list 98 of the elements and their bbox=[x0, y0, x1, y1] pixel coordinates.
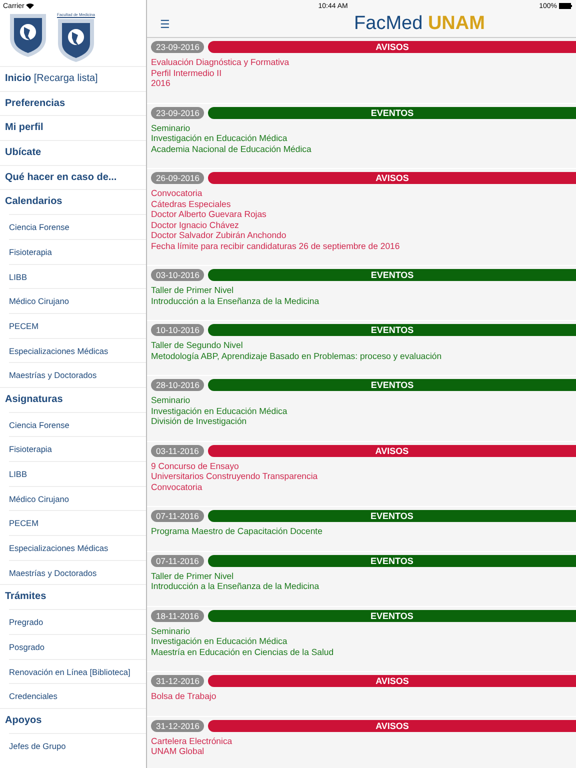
category-bar: AVISOS bbox=[208, 41, 576, 53]
news-text: Programa Maestro de Capacitación Docente bbox=[151, 526, 324, 536]
news-text: Doctor Salvador Zubirán Anchondo bbox=[151, 230, 288, 240]
news-card[interactable]: 18-11-2016 EVENTOS Seminario Investigación en Educación Médica Maestría en Educación en Ciencias de la Salud bbox=[147, 606, 576, 672]
news-text: Doctor Ignacio Chávez bbox=[151, 220, 240, 230]
news-text: Investigación en Educación Médica bbox=[151, 636, 288, 646]
menu-item[interactable]: PECEM bbox=[9, 312, 146, 338]
battery-icon bbox=[559, 3, 572, 9]
menu-item[interactable]: Inicio [Recarga lista] bbox=[0, 66, 146, 91]
menu-item[interactable]: Jefes de Grupo bbox=[9, 732, 146, 758]
category-bar: EVENTOS bbox=[208, 379, 576, 391]
menu-item[interactable]: Fisioterapia bbox=[9, 238, 146, 264]
category-bar: EVENTOS bbox=[208, 554, 576, 566]
category-bar: EVENTOS bbox=[208, 269, 576, 281]
news-text: Taller de Segundo Nivel bbox=[151, 340, 244, 350]
news-text: Cátedras Especiales bbox=[151, 198, 232, 209]
news-text: Academia Nacional de Educación Médica bbox=[151, 144, 312, 154]
news-text: 9 Concurso de Ensayo bbox=[151, 460, 240, 471]
news-text: UNAM Global bbox=[151, 746, 206, 756]
news-card[interactable]: 26-09-2016 AVISOS Convocatoria Cátedras Especiales Doctor Alberto Guevara Rojas Doctor Ignacio Chávez Doctor Salvador Zubirán Anchondo Fecha límite para recibir candidaturas 26 de septiembre de 2016 bbox=[147, 169, 576, 266]
menu-item[interactable]: Renovación en Línea [Biblioteca] bbox=[9, 658, 146, 684]
menu-item[interactable]: Trámites bbox=[0, 584, 146, 610]
news-text: Bolsa de Trabajo bbox=[151, 691, 218, 702]
menu-item[interactable]: Qué hacer en caso de... bbox=[0, 164, 146, 190]
news-text: Investigación en Educación Médica bbox=[151, 133, 288, 144]
date-badge: 07-11-2016 bbox=[151, 510, 204, 522]
menu-item[interactable]: Médico Cirujano bbox=[9, 486, 146, 510]
news-text: Perfil Intermedio II bbox=[151, 68, 222, 78]
news-text: Evaluación Diagnóstica y Formativa bbox=[151, 57, 290, 68]
news-text: Cartelera Electrónica bbox=[151, 736, 234, 746]
news-card[interactable]: 07-11-2016 EVENTOS Taller de Primer Nivel Introducción a la Enseñanza de la Medicina bbox=[147, 552, 576, 606]
menu-item[interactable]: Especializaciones Médicas bbox=[9, 535, 146, 560]
menu-item[interactable]: Ciencia Forense bbox=[9, 214, 146, 239]
news-text: Maestría en Educación en Ciencias de la Salud bbox=[151, 646, 335, 657]
menu-item[interactable]: Mi perfil bbox=[0, 115, 146, 140]
menu-item[interactable]: Ubícate bbox=[0, 140, 146, 165]
date-badge: 28-10-2016 bbox=[151, 379, 204, 391]
news-text: Convocatoria bbox=[151, 188, 204, 198]
date-badge: 07-11-2016 bbox=[151, 554, 204, 566]
news-text: Convocatoria bbox=[151, 482, 204, 492]
news-card[interactable]: 31-12-2016 AVISOS Bolsa de Trabajo bbox=[147, 672, 576, 716]
date-badge: 23-09-2016 bbox=[151, 106, 204, 118]
date-badge: 31-12-2016 bbox=[151, 720, 204, 732]
menu-item[interactable]: Apoyos bbox=[0, 708, 146, 733]
menu-item[interactable]: LIBB bbox=[9, 461, 146, 486]
menu-item[interactable]: Preferencias bbox=[0, 90, 146, 116]
menu-item[interactable]: PECEM bbox=[9, 510, 146, 536]
menu-item[interactable]: Maestrías y Doctorados bbox=[9, 560, 146, 584]
date-badge: 23-09-2016 bbox=[151, 41, 204, 53]
news-text: 2016 bbox=[151, 78, 172, 88]
news-text: Seminario bbox=[151, 395, 192, 406]
date-badge: 10-10-2016 bbox=[151, 324, 204, 336]
menu-item[interactable]: Pregrado bbox=[9, 609, 146, 634]
news-text: Taller de Primer Nivel bbox=[151, 285, 235, 296]
app-title: FacMed UNAM bbox=[353, 13, 486, 35]
menu-item[interactable]: Ciencia Forense bbox=[9, 412, 146, 436]
news-text: Metodología ABP, Aprendizaje Basado en Problemas: proceso y evaluación bbox=[151, 350, 443, 361]
news-card[interactable]: 23-09-2016 AVISOS Evaluación Diagnóstica y Formativa Perfil Intermedio II 2016 bbox=[147, 38, 576, 104]
news-text: Introducción a la Enseñanza de la Medicina bbox=[151, 581, 320, 592]
menu-item[interactable]: Fisioterapia bbox=[9, 436, 146, 461]
category-bar: EVENTOS bbox=[208, 324, 576, 336]
date-badge: 03-11-2016 bbox=[151, 444, 204, 456]
date-badge: 26-09-2016 bbox=[151, 172, 204, 184]
news-card[interactable]: 23-09-2016 EVENTOS Seminario Investigación en Educación Médica Academia Nacional de Educación Médica bbox=[147, 104, 576, 169]
category-bar: AVISOS bbox=[208, 172, 576, 184]
menu-item[interactable]: Calendarios bbox=[0, 189, 146, 214]
news-card[interactable]: 07-11-2016 EVENTOS Programa Maestro de Capacitación Docente bbox=[147, 507, 576, 552]
menu-item[interactable]: Posgrado bbox=[9, 634, 146, 658]
wifi-icon bbox=[26, 3, 34, 9]
date-badge: 18-11-2016 bbox=[151, 610, 204, 622]
menu-item[interactable]: Maestrías y Doctorados bbox=[9, 362, 146, 387]
menu-button[interactable]: ☰ bbox=[147, 18, 187, 30]
menu-item[interactable]: Asignaturas bbox=[0, 386, 146, 412]
category-bar: EVENTOS bbox=[208, 510, 576, 522]
news-text: Doctor Alberto Guevara Rojas bbox=[151, 209, 268, 220]
category-bar: AVISOS bbox=[208, 444, 576, 456]
news-text: División de Investigación bbox=[151, 416, 248, 426]
category-bar: AVISOS bbox=[208, 675, 576, 687]
news-text: Investigación en Educación Médica bbox=[151, 406, 288, 416]
news-text: Introducción a la Enseñanza de la Medicina bbox=[151, 296, 320, 306]
news-text: Taller de Primer Nivel bbox=[151, 570, 235, 581]
date-badge: 31-12-2016 bbox=[151, 675, 204, 687]
menu-item[interactable]: Especializaciones Médicas bbox=[9, 338, 146, 362]
menu-item[interactable]: Credenciales bbox=[9, 683, 146, 708]
category-bar: EVENTOS bbox=[208, 106, 576, 118]
news-text: Fecha límite para recibir candidaturas 26 de septiembre de 2016 bbox=[151, 240, 401, 251]
news-card[interactable]: 03-11-2016 AVISOS 9 Concurso de Ensayo Universitarios Construyendo Transparencia Convocatoria bbox=[147, 442, 576, 507]
menu-item[interactable]: Médico Cirujano bbox=[9, 288, 146, 313]
news-text: Universitarios Construyendo Transparencia bbox=[151, 471, 319, 482]
menu-item[interactable]: LIBB bbox=[9, 264, 146, 288]
news-card[interactable]: 28-10-2016 EVENTOS Seminario Investigación en Educación Médica División de Investigación bbox=[147, 376, 576, 442]
news-card[interactable]: 03-10-2016 EVENTOS Taller de Primer Nivel Introducción a la Enseñanza de la Medicina bbox=[147, 266, 576, 321]
news-text: Seminario bbox=[151, 122, 192, 133]
news-text: Seminario bbox=[151, 626, 192, 636]
date-badge: 03-10-2016 bbox=[151, 269, 204, 281]
news-card[interactable]: 10-10-2016 EVENTOS Taller de Segundo Nivel Metodología ABP, Aprendizaje Basado en Problemas: proceso y evaluación bbox=[147, 321, 576, 376]
category-bar: EVENTOS bbox=[208, 610, 576, 622]
category-bar: AVISOS bbox=[208, 720, 576, 732]
